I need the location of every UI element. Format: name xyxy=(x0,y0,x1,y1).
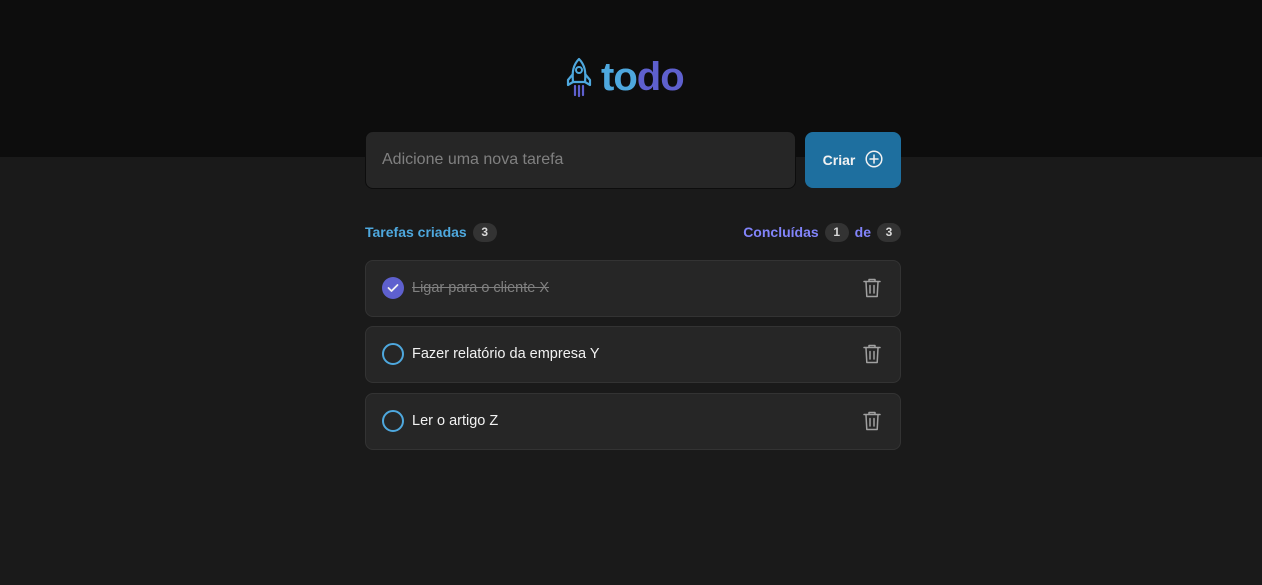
logo-text-part1: to xyxy=(601,55,638,99)
task-checkbox[interactable] xyxy=(382,410,404,432)
task-item: Ler o artigo Z xyxy=(365,393,901,450)
rocket-icon xyxy=(565,56,593,98)
logo-text: todo xyxy=(601,55,685,99)
create-button-label: Criar xyxy=(822,152,856,168)
task-checkbox[interactable] xyxy=(382,277,404,299)
task-item: Ligar para o cliente X xyxy=(365,260,901,317)
task-checkbox[interactable] xyxy=(382,343,404,365)
done-label: Concluídas xyxy=(743,224,819,240)
task-summary: Tarefas criadas 3 Concluídas 1 de 3 xyxy=(365,222,901,242)
task-item: Fazer relatório da empresa Y xyxy=(365,326,901,383)
trash-icon[interactable] xyxy=(860,276,884,300)
logo: todo xyxy=(565,55,685,99)
created-count-badge: 3 xyxy=(472,222,497,242)
trash-icon[interactable] xyxy=(860,409,884,433)
task-text: Fazer relatório da empresa Y xyxy=(412,346,600,362)
trash-icon[interactable] xyxy=(860,342,884,366)
new-task-input[interactable] xyxy=(365,131,796,189)
check-icon xyxy=(387,283,399,293)
created-label: Tarefas criadas xyxy=(365,224,467,240)
plus-circle-icon xyxy=(865,149,883,171)
of-label: de xyxy=(854,224,871,240)
total-count-badge: 3 xyxy=(877,222,901,242)
done-count-badge: 1 xyxy=(824,222,849,242)
task-text: Ligar para o cliente X xyxy=(412,280,550,296)
create-task-button[interactable]: Criar xyxy=(805,132,901,188)
task-text: Ler o artigo Z xyxy=(412,413,499,429)
created-summary: Tarefas criadas 3 xyxy=(365,222,497,242)
logo-text-part2: do xyxy=(636,55,685,99)
done-summary: Concluídas 1 de 3 xyxy=(743,222,901,242)
